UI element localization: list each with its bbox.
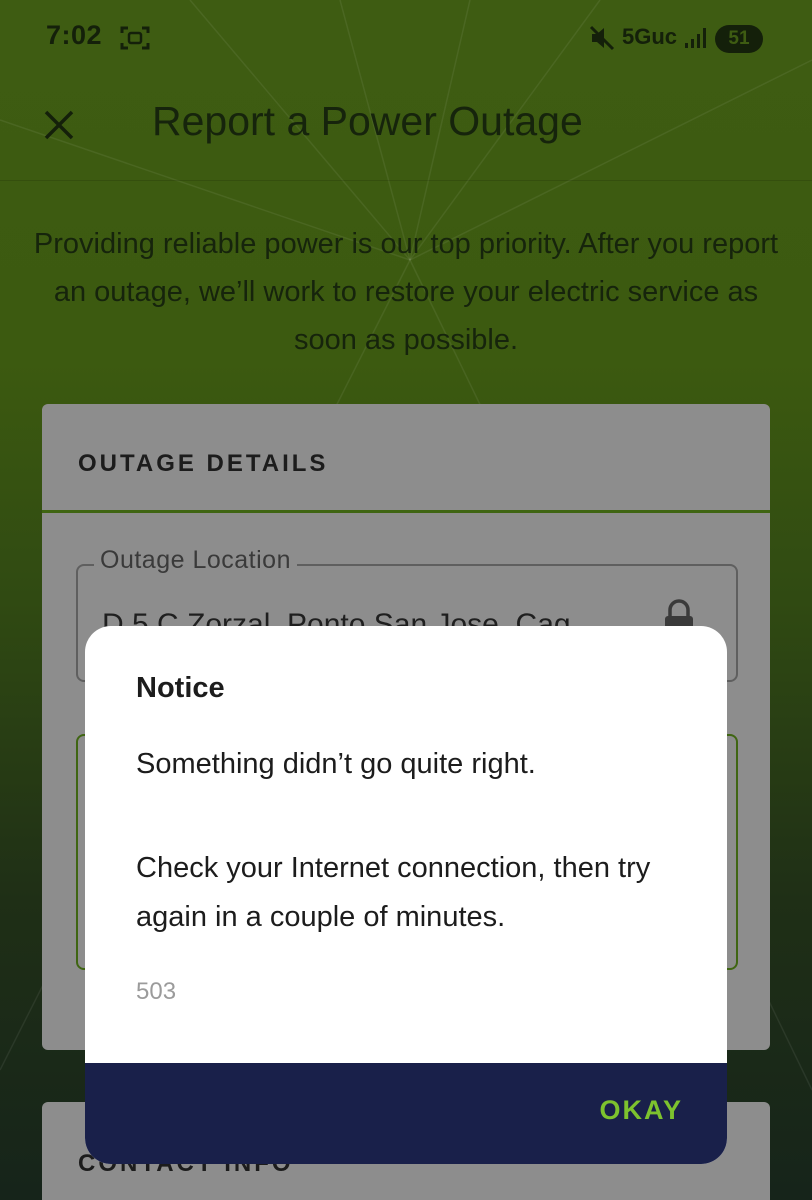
page-title: Report a Power Outage [152, 98, 583, 144]
dialog-message: Something didn’t go quite right. [136, 748, 536, 780]
mute-icon [589, 25, 615, 51]
okay-button[interactable]: OKAY [599, 1095, 683, 1126]
status-time: 7:02 [46, 20, 103, 50]
signal-icon [685, 28, 706, 48]
dialog-footer: OKAY [85, 1063, 727, 1164]
card-divider [42, 510, 770, 513]
status-bar: 7:02 5Guc 51 [0, 0, 812, 80]
screenshot-icon [120, 26, 150, 50]
app-screen: 7:02 5Guc 51 Report a Power Outage Provi… [0, 0, 812, 1200]
card-title-outage-details: OUTAGE DETAILS [78, 450, 329, 477]
close-icon[interactable] [36, 102, 82, 148]
notice-dialog: Notice Something didn’t go quite right. … [85, 626, 727, 1164]
error-code: 503 [136, 978, 177, 1005]
network-type: 5Guc [622, 24, 678, 49]
outage-location-label: Outage Location [94, 546, 297, 575]
app-header: Report a Power Outage [0, 80, 812, 181]
intro-text: Providing reliable power is our top prio… [33, 228, 779, 356]
battery-level: 51 [728, 28, 750, 49]
battery-icon: 51 [715, 25, 763, 53]
dialog-title: Notice [136, 672, 225, 704]
dialog-instruction: Check your Internet connection, then try… [136, 852, 651, 933]
